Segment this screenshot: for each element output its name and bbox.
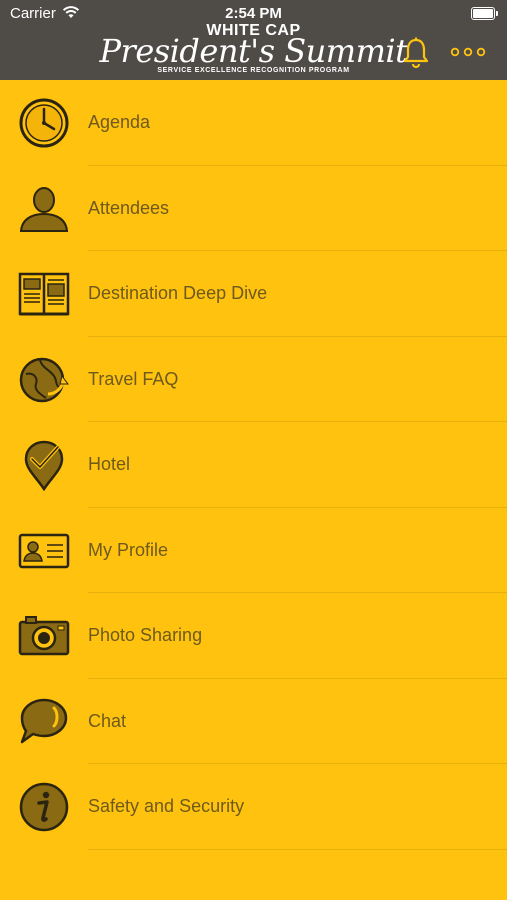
menu-item-chat[interactable]: Chat (0, 679, 507, 765)
menu-item-my-profile[interactable]: My Profile (0, 508, 507, 594)
map-pin-check-icon (18, 439, 70, 491)
menu-item-photo-sharing[interactable]: Photo Sharing (0, 593, 507, 679)
notifications-button[interactable] (400, 36, 432, 70)
camera-icon (18, 610, 70, 662)
menu-item-attendees[interactable]: Attendees (0, 166, 507, 252)
main-menu: Agenda Attendees Destination Deep Dive T… (0, 80, 507, 850)
menu-item-label: Destination Deep Dive (88, 283, 268, 304)
menu-item-label: Attendees (88, 197, 170, 218)
open-book-icon (18, 268, 70, 320)
menu-item-label: Hotel (88, 454, 131, 475)
menu-item-destination-deep-dive[interactable]: Destination Deep Dive (0, 251, 507, 337)
menu-item-label: My Profile (88, 539, 169, 560)
menu-item-travel-faq[interactable]: Travel FAQ (0, 337, 507, 423)
chat-bubble-icon (18, 696, 70, 748)
more-horizontal-icon (449, 42, 487, 62)
menu-item-label: Travel FAQ (88, 368, 179, 389)
menu-item-label: Safety and Security (88, 796, 245, 817)
person-icon (18, 183, 70, 235)
menu-item-safety-and-security[interactable]: Safety and Security (0, 764, 507, 850)
bell-icon (400, 36, 432, 70)
menu-item-label: Chat (88, 710, 127, 731)
battery-icon (471, 7, 498, 20)
globe-arrow-icon (18, 354, 70, 406)
app-header: Carrier 2:54 PM WHITE CAP President's Su… (0, 0, 507, 80)
more-options-button[interactable] (449, 42, 487, 62)
menu-item-label: Photo Sharing (88, 625, 203, 646)
menu-item-label: Agenda (88, 112, 151, 133)
menu-item-agenda[interactable]: Agenda (0, 80, 507, 166)
clock-icon (18, 97, 70, 149)
clock-time: 2:54 PM (225, 5, 282, 22)
id-card-icon (18, 525, 70, 577)
info-icon (18, 781, 70, 833)
menu-item-hotel[interactable]: Hotel (0, 422, 507, 508)
